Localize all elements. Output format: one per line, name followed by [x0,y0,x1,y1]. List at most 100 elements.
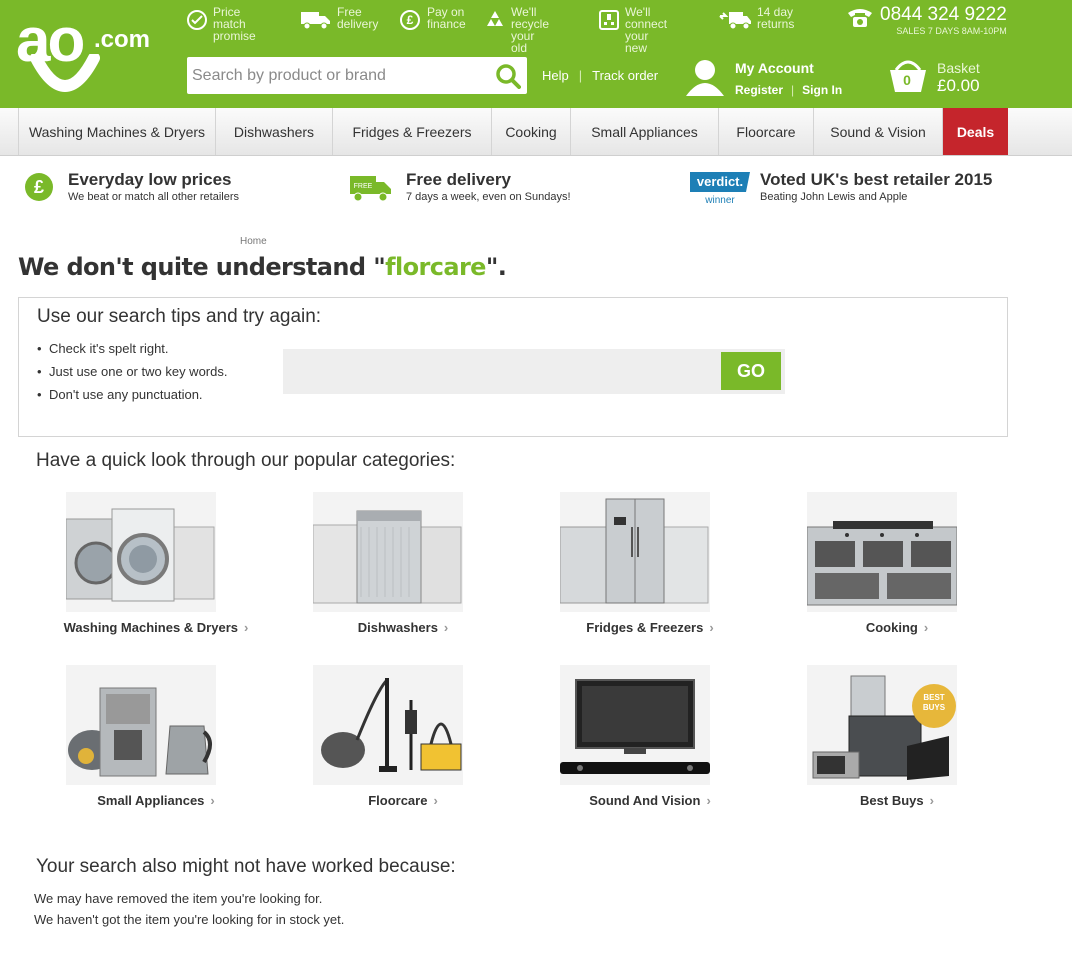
basket[interactable]: 0 Basket £0.00 [888,58,1008,100]
search-failure-reasons-title: Your search also might not have worked b… [36,856,456,877]
category-label: Cooking › [865,620,929,635]
pound-coin-icon: £ [398,8,422,32]
svg-text:FREE: FREE [354,183,373,190]
usp-connect[interactable]: We'll connect your new [598,6,669,54]
header-search [187,57,527,94]
retry-search-input[interactable] [283,349,719,394]
category-label: Sound And Vision › [589,793,711,808]
coffee-machine-icon [66,665,216,785]
promo-low-prices: £ Everyday low prices We beat or match a… [22,170,239,210]
best-buys-icon: BEST BUYS [807,665,957,785]
search-term: florcare [385,253,486,281]
promo-subtitle: 7 days a week, even on Sundays! [406,191,571,203]
dishwasher-icon [313,492,463,612]
usp-price-match[interactable]: Price match promise [186,6,258,42]
delivery-van-icon [300,8,332,32]
category-label: Washing Machines & Dryers › [63,620,249,635]
smile-icon [30,54,100,92]
television-icon [560,665,710,785]
phone-number: 0844 324 9222 [880,4,1007,25]
telephone-icon [846,5,876,31]
usp-recycle[interactable]: We'll recycle your old [484,6,551,54]
user-avatar-icon[interactable] [684,58,726,98]
usp-pay-on-finance[interactable]: £ Pay on finance [398,6,466,36]
ao-logo[interactable]: ao .com [16,10,176,100]
promo-title: Free delivery [406,170,511,189]
category-nav: Washing Machines & Dryers Dishwashers Fr… [0,108,1072,156]
chevron-right-icon: › [929,793,934,808]
nav-sound-vision[interactable]: Sound & Vision [813,108,942,155]
sign-in-link[interactable]: Sign In [802,83,842,97]
header-links: Help | Track order [542,68,658,83]
help-link[interactable]: Help [542,68,569,83]
svg-text:£: £ [34,177,44,197]
promo-verdict: verdict. winner Voted UK's best retailer … [690,170,992,210]
promo-subtitle: We beat or match all other retailers [68,191,239,203]
register-link[interactable]: Register [735,83,783,97]
promo-title: Everyday low prices [68,170,232,189]
category-dishwashers[interactable]: Dishwashers › [283,492,483,652]
category-floorcare[interactable]: Floorcare › [283,665,483,825]
category-label: Small Appliances › [97,793,215,808]
svg-text:verdict.: verdict. [697,174,743,189]
tip-item: Check it's spelt right. [37,340,229,358]
usp-returns[interactable]: 14 day returns [718,6,794,36]
chevron-right-icon: › [244,620,249,635]
basket-label: Basket [937,60,980,76]
nav-dishwashers[interactable]: Dishwashers [215,108,332,155]
chevron-right-icon: › [706,793,711,808]
washing-machine-icon [66,492,216,612]
logo-suffix: .com [94,26,151,53]
usp-free-delivery[interactable]: Free delivery [300,6,378,36]
category-label: Fridges & Freezers › [586,620,714,635]
nav-fridges-freezers[interactable]: Fridges & Freezers [332,108,491,155]
recycle-icon [484,8,506,32]
track-order-link[interactable]: Track order [592,68,658,83]
chevron-right-icon: › [709,620,714,635]
chevron-right-icon: › [443,620,449,635]
fridge-freezer-icon [560,492,710,612]
popular-categories-title: Have a quick look through our popular ca… [36,450,456,471]
category-sound-vision[interactable]: Sound And Vision › [530,665,730,825]
range-cooker-icon [807,492,957,612]
my-account: My Account Register | Sign In [684,58,864,100]
plug-icon [598,8,620,32]
category-small-appliances[interactable]: Small Appliances › [36,665,236,825]
category-label: Floorcare › [368,793,438,808]
tips-list: Check it's spelt right. Just use one or … [37,340,229,409]
verdict-winner-badge: verdict. winner [690,170,750,206]
nav-deals[interactable]: Deals [942,108,1008,155]
svg-text:BEST: BEST [923,693,944,702]
nav-floorcare[interactable]: Floorcare [718,108,813,155]
go-button[interactable]: GO [721,352,781,390]
category-best-buys[interactable]: BEST BUYS Best Buys › [777,665,977,825]
search-failure-reasons: We may have removed the item you're look… [34,888,344,930]
pound-circle-icon: £ [22,170,56,204]
site-header: ao .com Price match promise Free delivery … [0,0,1072,108]
nav-small-appliances[interactable]: Small Appliances [570,108,718,155]
svg-text:BUYS: BUYS [923,703,946,712]
chevron-right-icon: › [923,620,929,635]
price-tag-icon [186,8,208,32]
svg-text:£: £ [407,13,414,27]
category-washing-machines[interactable]: Washing Machines & Dryers › [36,492,248,652]
category-cooking[interactable]: Cooking › [777,492,977,652]
promo-free-delivery: FREE Free delivery 7 days a week, even o… [348,170,571,210]
link-divider: | [578,68,583,83]
nav-washing-machines[interactable]: Washing Machines & Dryers [18,108,215,155]
my-account-link[interactable]: My Account [735,60,814,76]
phone-hours: SALES 7 DAYS 8AM-10PM [896,26,1007,36]
chevron-right-icon: › [433,793,438,808]
free-delivery-van-icon: FREE [348,170,394,204]
category-fridges-freezers[interactable]: Fridges & Freezers › [530,492,730,652]
basket-total: £0.00 [937,76,980,95]
category-label: Best Buys › [860,793,934,808]
promo-title: Voted UK's best retailer 2015 [760,170,993,189]
search-input[interactable] [187,57,487,94]
search-tips-panel: Use our search tips and try again: Check… [18,297,1008,437]
search-icon[interactable] [493,61,523,91]
tips-title: Use our search tips and try again: [37,306,322,327]
nav-cooking[interactable]: Cooking [491,108,570,155]
sales-phone[interactable]: 0844 324 9222 SALES 7 DAYS 8AM-10PM [846,5,1007,36]
breadcrumb[interactable]: Home [240,236,267,247]
